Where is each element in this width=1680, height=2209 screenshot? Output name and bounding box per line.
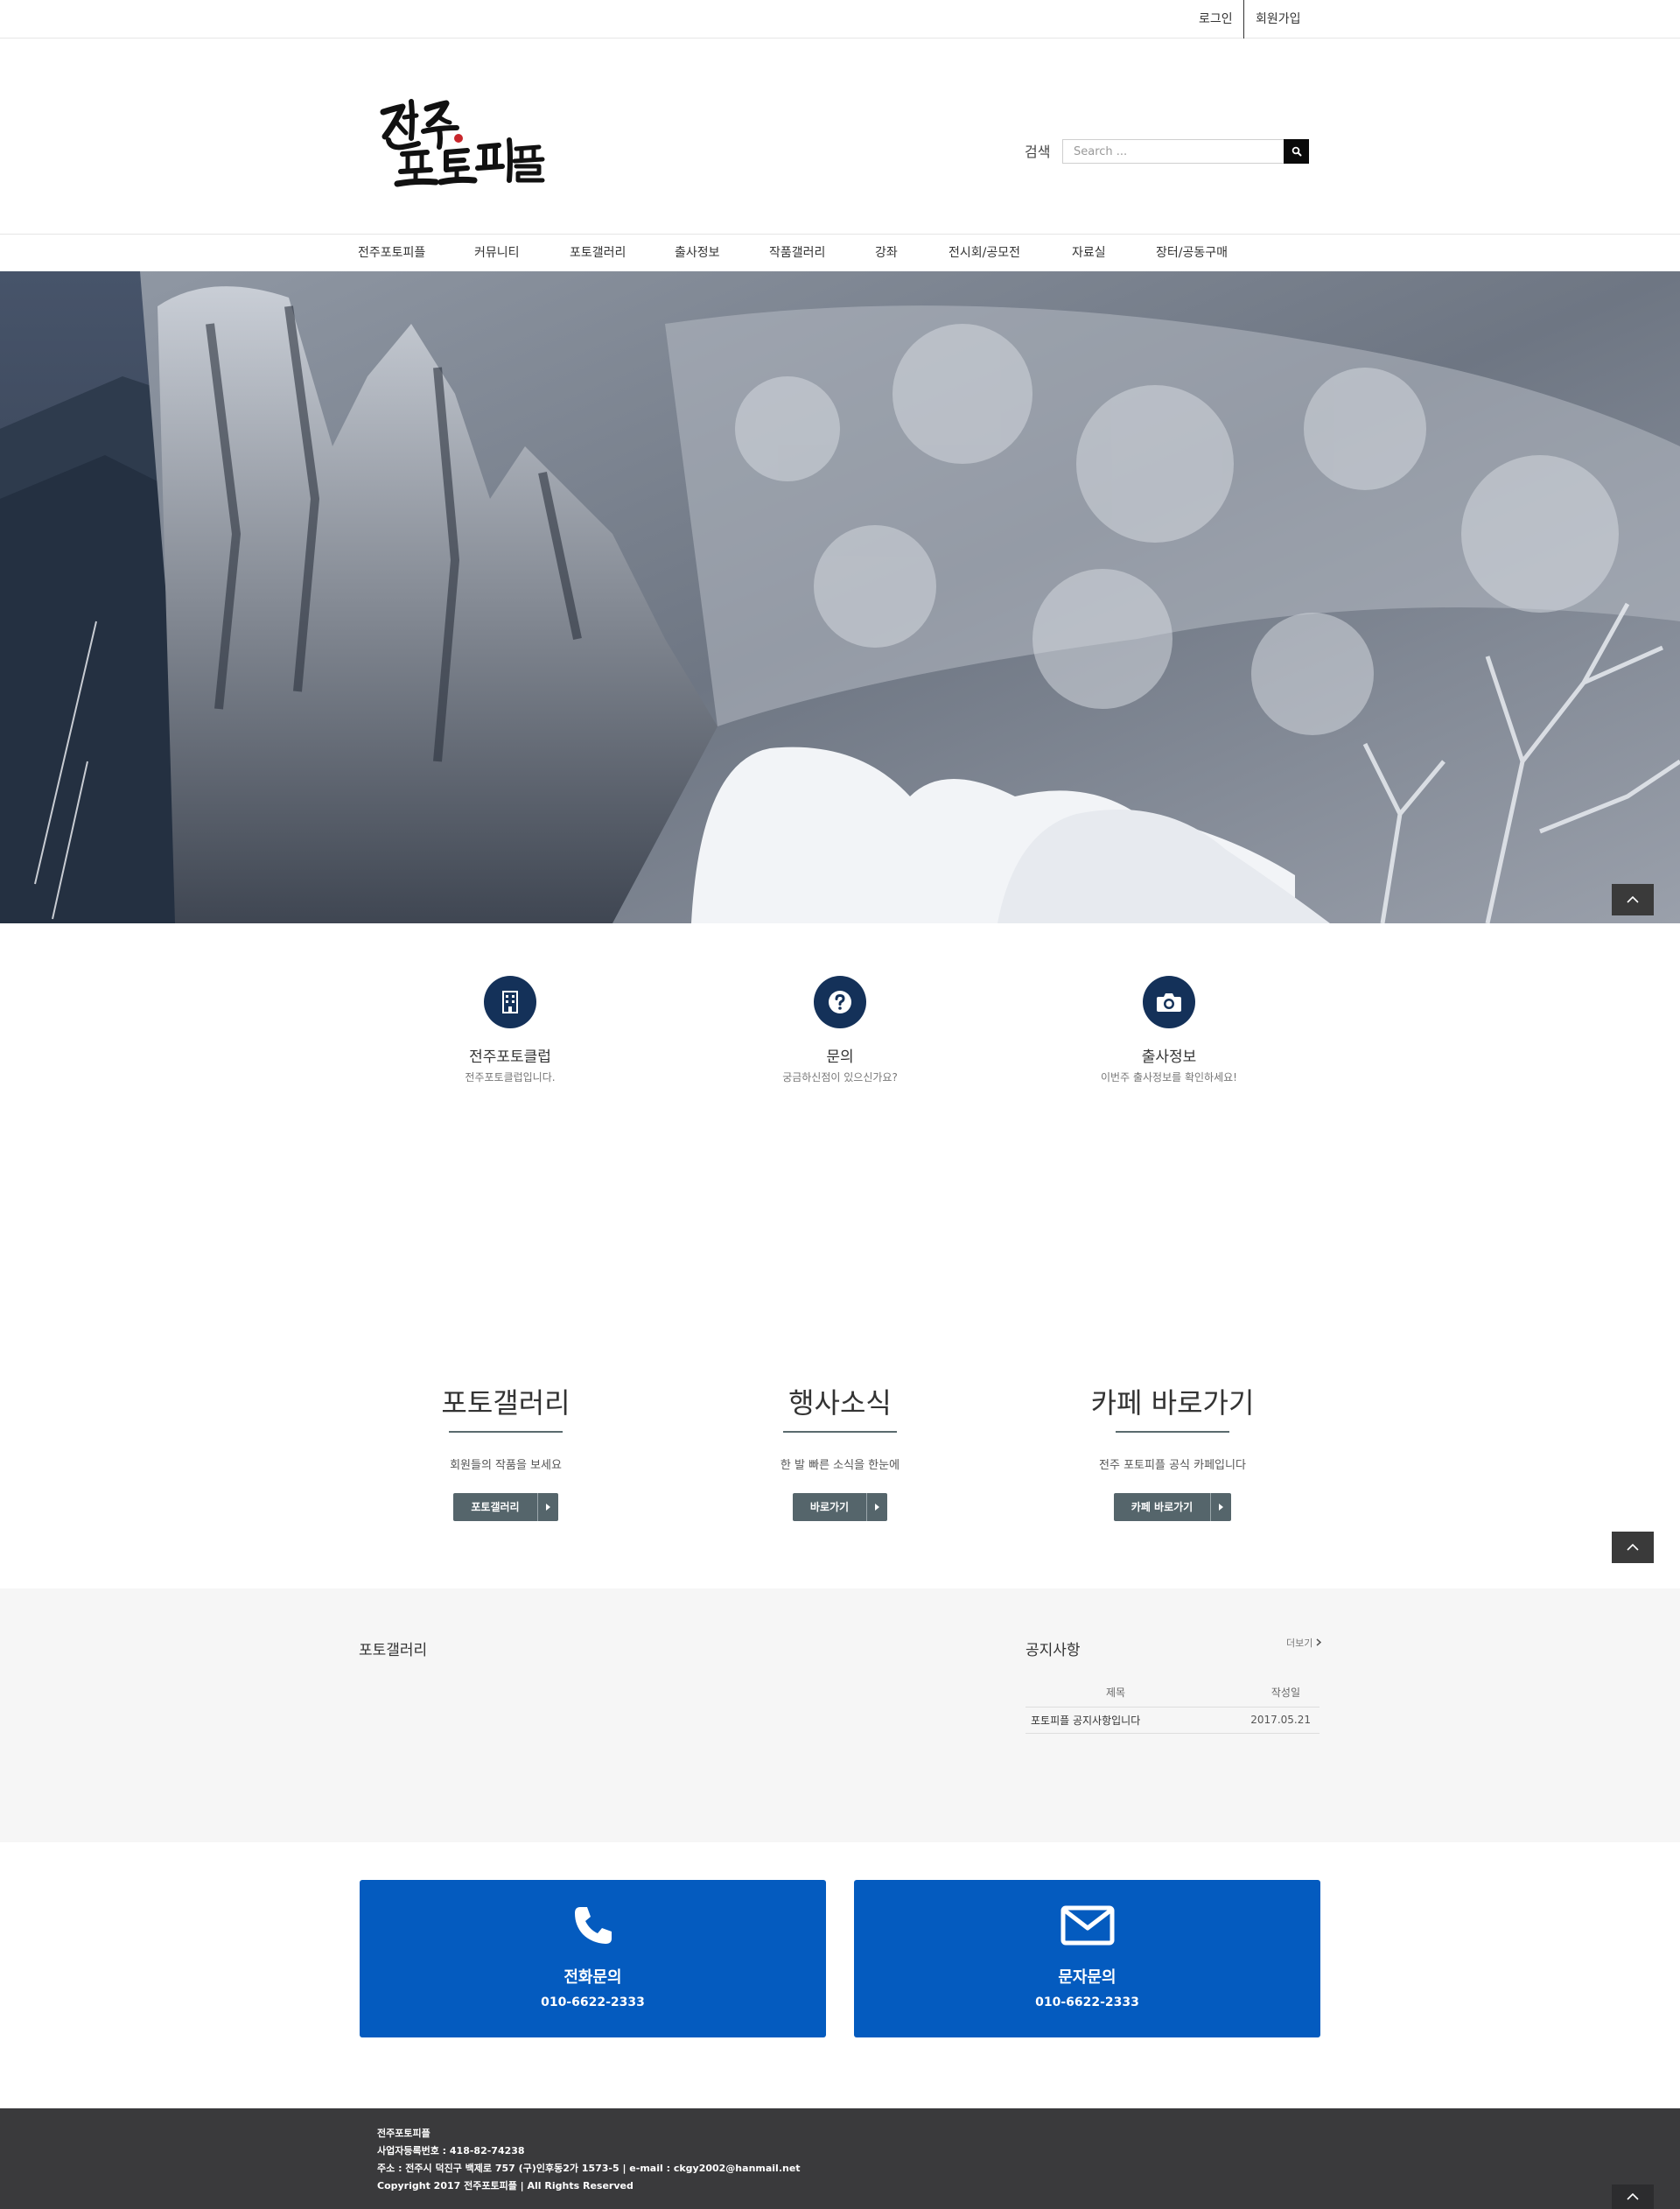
signup-link[interactable]: 회원가입 (1256, 0, 1301, 39)
more-label: 더보기 (1286, 1637, 1313, 1649)
feature-icon-circle (484, 976, 536, 1028)
main-nav: 전주포토피플 커뮤니티 포토갤러리 출사정보 작품갤러리 강좌 전시회/공모전 … (0, 235, 1680, 271)
feature-inquiry[interactable]: 문의 궁금하신점이 있으신가요? (709, 976, 971, 1084)
button-label: 포토갤러리 (471, 1501, 520, 1513)
snowy-mountain-photo (0, 271, 1680, 923)
calligraphy-logo-image (380, 99, 545, 187)
site-footer: 전주포토피플 사업자등록번호 : 418-82-74238 주소 : 전주시 덕… (0, 2108, 1680, 2209)
promo-underline (449, 1431, 563, 1433)
seal-stamp (454, 134, 463, 143)
nav-item-lectures[interactable]: 강좌 (875, 235, 898, 271)
promo-underline (1116, 1431, 1229, 1433)
site-header: 검색 (0, 39, 1680, 235)
scroll-to-top-button[interactable] (1612, 2184, 1654, 2209)
feature-title: 문의 (826, 1048, 854, 1066)
feature-subtitle: 궁금하신점이 있으신가요? (782, 1071, 898, 1083)
notice-table-header: 제목 작성일 (1026, 1679, 1320, 1708)
caret-right-icon (1210, 1493, 1231, 1521)
nav-item-exhibitions[interactable]: 전시회/공모전 (948, 235, 1020, 271)
footer-address: 주소 : 전주시 덕진구 백제로 757 (구)인후동2가 1573-5 | e… (377, 2163, 801, 2174)
scroll-to-top-button[interactable] (1612, 884, 1654, 915)
promo-subtitle: 한 발 빠른 소식을 한눈에 (780, 1459, 900, 1472)
question-icon (829, 991, 851, 1013)
board-section (0, 1588, 1680, 1842)
search-input[interactable] (1062, 139, 1284, 164)
nav-item-works-gallery[interactable]: 작품갤러리 (769, 235, 825, 271)
footer-company-name: 전주포토피플 (377, 2128, 430, 2139)
top-bar-divider (1243, 0, 1244, 39)
column-date: 작성일 (1223, 1679, 1320, 1708)
notice-date: 2017.05.21 (1223, 1707, 1320, 1734)
feature-icon-circle (1143, 976, 1195, 1028)
feature-outing-info[interactable]: 출사정보 이번주 출사정보를 확인하세요! (1038, 976, 1300, 1084)
contact-title: 전화문의 (564, 1968, 622, 1987)
feature-title: 전주포토클럽 (469, 1048, 551, 1066)
table-row[interactable]: 포토피플 공지사항입니다 2017.05.21 (1026, 1707, 1320, 1734)
cafe-link-button[interactable]: 카페 바로가기 (1113, 1493, 1232, 1521)
contact-number: 010-6622-2333 (541, 1995, 645, 2009)
caret-right-icon (536, 1493, 558, 1521)
feature-title: 출사정보 (1141, 1048, 1197, 1066)
contact-number: 010-6622-2333 (1035, 1995, 1139, 2009)
hero-banner (0, 271, 1680, 923)
contact-title: 문자문의 (1058, 1968, 1116, 1987)
promo-subtitle: 전주 포토피플 공식 카페입니다 (1099, 1459, 1246, 1472)
column-title: 제목 (1026, 1679, 1223, 1708)
footer-copyright: Copyright 2017 전주포토피플 | All Rights Reser… (377, 2180, 634, 2191)
footer-business-number: 사업자등록번호 : 418-82-74238 (377, 2145, 525, 2156)
promo-title: 포토갤러리 (441, 1386, 570, 1420)
top-bar: 로그인 회원가입 (0, 0, 1680, 39)
feature-subtitle: 전주포토클럽입니다. (465, 1071, 556, 1083)
building-icon (502, 991, 518, 1013)
camera-icon (1157, 993, 1181, 1012)
site-logo[interactable] (376, 96, 547, 193)
button-label: 카페 바로가기 (1130, 1501, 1194, 1513)
notice-table: 제목 작성일 포토피플 공지사항입니다 2017.05.21 (1026, 1679, 1320, 1734)
caret-right-icon (866, 1493, 887, 1521)
nav-item-resources[interactable]: 자료실 (1072, 235, 1106, 271)
phone-icon (574, 1907, 612, 1944)
nav-item-jeonju-photopeople[interactable]: 전주포토피플 (358, 235, 425, 271)
search-icon (1292, 146, 1301, 157)
nav-item-market[interactable]: 장터/공동구매 (1156, 235, 1228, 271)
promo-underline (783, 1431, 897, 1433)
gallery-section-title: 포토갤러리 (359, 1642, 428, 1659)
button-label: 바로가기 (809, 1501, 850, 1513)
promo-title: 행사소식 (788, 1386, 892, 1420)
nav-item-photo-gallery[interactable]: 포토갤러리 (570, 235, 626, 271)
scroll-to-top-button[interactable] (1612, 1532, 1654, 1563)
envelope-icon (1060, 1905, 1114, 1946)
notice-section-title: 공지사항 (1026, 1642, 1081, 1659)
chevron-up-icon (1627, 2193, 1639, 2200)
promo-subtitle: 회원들의 작품을 보세요 (450, 1459, 562, 1472)
promo-photo-gallery: 포토갤러리 회원들의 작품을 보세요 포토갤러리 (331, 1378, 681, 1521)
search-button[interactable] (1284, 139, 1309, 164)
nav-item-outing-info[interactable]: 출사정보 (675, 235, 720, 271)
promo-cafe: 카페 바로가기 전주 포토피플 공식 카페입니다 카페 바로가기 (998, 1378, 1348, 1521)
feature-subtitle: 이번주 출사정보를 확인하세요! (1101, 1071, 1237, 1083)
feature-club[interactable]: 전주포토클럽 전주포토클럽입니다. (379, 976, 641, 1084)
notice-title[interactable]: 포토피플 공지사항입니다 (1026, 1707, 1223, 1734)
sms-contact-box[interactable]: 문자문의 010-6622-2333 (854, 1880, 1320, 2037)
promo-title: 카페 바로가기 (1090, 1386, 1255, 1420)
photo-gallery-button[interactable]: 포토갤러리 (453, 1493, 558, 1521)
chevron-up-icon (1627, 1544, 1639, 1551)
events-go-button[interactable]: 바로가기 (792, 1493, 888, 1521)
promo-events: 행사소식 한 발 빠른 소식을 한눈에 바로가기 (665, 1378, 1015, 1521)
chevron-right-icon (1316, 1638, 1322, 1646)
nav-item-community[interactable]: 커뮤니티 (474, 235, 520, 271)
login-link[interactable]: 로그인 (1199, 0, 1233, 39)
notice-more-link[interactable]: 더보기 (1286, 1636, 1322, 1650)
phone-contact-box[interactable]: 전화문의 010-6622-2333 (360, 1880, 826, 2037)
feature-icon-circle (814, 976, 866, 1028)
search-label: 검색 (1025, 144, 1051, 160)
chevron-up-icon (1627, 896, 1639, 903)
